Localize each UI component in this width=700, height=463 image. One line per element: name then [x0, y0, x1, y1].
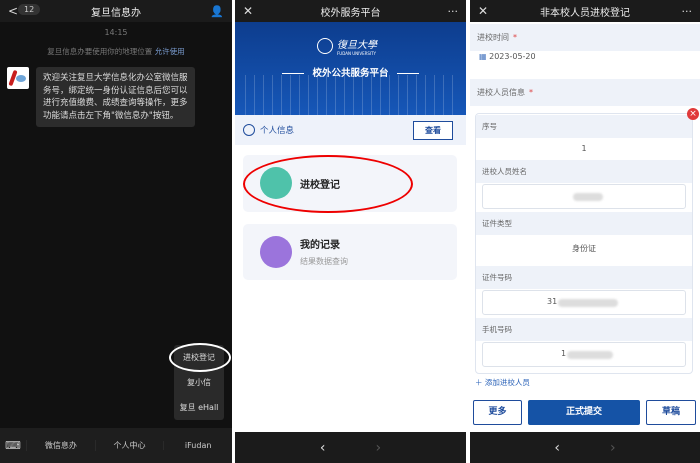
plus-icon: ＋	[475, 378, 483, 387]
chat-title: 复旦信息办	[91, 7, 141, 19]
form-header: ✕ 非本校人员进校登记 ···	[470, 0, 700, 22]
seq-value: 1	[581, 144, 587, 153]
menu-item-ehall[interactable]: 复旦 eHall	[174, 395, 224, 420]
bottom-menu-bar: ⌨ 微信息办 个人中心 iFudan	[0, 428, 232, 463]
phone-input[interactable]: 1	[482, 342, 686, 367]
notice-text: 复旦信息办要使用你的地理位置	[47, 47, 153, 56]
unread-badge: 12	[18, 4, 41, 15]
location-notice: 复旦信息办要使用你的地理位置 允许使用	[0, 46, 232, 57]
menu-weixinxiban[interactable]: 微信息办	[26, 440, 95, 451]
name-input[interactable]	[482, 184, 686, 209]
close-icon[interactable]: ✕	[478, 4, 488, 18]
message-bubble: 欢迎关注复旦大学信息化办公室微信服务号，绑定统一身份认证信息后您可以进行充值缴费…	[36, 67, 195, 127]
card-my-records[interactable]: 我的记录 结果数据查询	[243, 224, 457, 280]
university-logo: 復旦大學 FUDAN UNIVERSITY	[317, 36, 377, 56]
id-number-label: 证件号码	[476, 266, 692, 289]
close-icon[interactable]: ✕	[243, 4, 253, 18]
remove-visitor-icon[interactable]: ×	[687, 108, 699, 120]
platform-header: ✕ 校外服务平台 ···	[235, 0, 466, 22]
banner: 復旦大學 FUDAN UNIVERSITY 校外公共服务平台	[235, 22, 466, 115]
banner-title: 校外公共服务平台	[235, 65, 466, 79]
phone-value: 1	[561, 349, 567, 358]
visitor-info-label: 进校人员信息 *	[470, 79, 700, 106]
date-field[interactable]: ▦ 2023-05-20	[479, 52, 536, 61]
seal-icon	[317, 38, 333, 54]
view-button[interactable]: 查看	[413, 121, 453, 140]
chat-header: < 12 复旦信息办 👤	[0, 0, 232, 22]
univ-name: 復旦大學	[337, 40, 377, 51]
date-value: 2023-05-20	[489, 52, 536, 61]
back-button[interactable]: ‹	[320, 440, 326, 456]
keyboard-icon[interactable]: ⌨	[0, 439, 26, 452]
seq-label: 序号	[476, 115, 692, 138]
more-icon[interactable]: ···	[448, 5, 459, 18]
add-visitor-link[interactable]: ＋ 添加进校人员	[475, 377, 530, 388]
phone-label: 手机号码	[476, 318, 692, 341]
univ-en: FUDAN UNIVERSITY	[337, 51, 376, 56]
id-number-input[interactable]: 31	[482, 290, 686, 315]
allow-link[interactable]: 允许使用	[155, 47, 185, 56]
id-number-value: 31	[547, 297, 558, 306]
user-icon	[243, 124, 255, 136]
card-subtitle: 结果数据查询	[300, 257, 348, 266]
draft-button[interactable]: 草稿	[646, 400, 696, 425]
menu-personal-center[interactable]: 个人中心	[94, 440, 164, 451]
menu-ifudan[interactable]: iFudan	[163, 441, 232, 450]
id-type-select[interactable]: 身份证	[476, 236, 692, 262]
card-title: 我的记录	[300, 240, 340, 251]
entry-time-label: 进校时间 *	[470, 24, 700, 51]
more-button[interactable]: 更多	[473, 400, 522, 425]
browser-nav: ‹ ›	[470, 432, 700, 463]
add-visitor-label: 添加进校人员	[484, 378, 530, 387]
personal-info-label: 个人信息	[260, 126, 295, 136]
registration-form-panel: ✕ 非本校人员进校登记 ··· 进校时间 * ▦ 2023-05-20 进校人员信…	[470, 0, 700, 463]
person-icon[interactable]: 👤	[210, 5, 224, 18]
document-icon	[260, 236, 292, 268]
more-icon[interactable]: ···	[682, 5, 693, 18]
browser-nav: ‹ ›	[235, 432, 466, 463]
back-button[interactable]: <	[8, 4, 18, 18]
skyline-graphic	[245, 75, 456, 115]
forward-button[interactable]: ›	[376, 440, 382, 456]
name-label: 进校人员姓名	[476, 160, 692, 183]
calendar-icon: ▦	[479, 52, 487, 61]
form-title: 非本校人员进校登记	[540, 7, 630, 19]
back-button[interactable]: ‹	[554, 440, 560, 456]
highlight-ring	[169, 343, 231, 372]
message-time: 14:15	[104, 28, 128, 37]
wechat-chat-panel: < 12 复旦信息办 👤 14:15 复旦信息办要使用你的地理位置 允许使用 欢…	[0, 0, 232, 463]
account-avatar[interactable]	[7, 67, 29, 89]
menu-item-fuxiaoxin[interactable]: 复小信	[174, 370, 224, 395]
forward-button[interactable]: ›	[610, 440, 616, 456]
required-mark: *	[529, 88, 533, 97]
highlight-ring	[243, 155, 413, 213]
platform-title: 校外服务平台	[320, 7, 381, 19]
label-text: 进校人员信息	[477, 88, 525, 97]
required-mark: *	[513, 33, 517, 42]
label-text: 进校时间	[477, 33, 509, 42]
submit-button[interactable]: 正式提交	[528, 400, 640, 425]
id-type-label: 证件类型	[476, 212, 692, 235]
service-platform-panel: ✕ 校外服务平台 ··· 復旦大學 FUDAN UNIVERSITY 校外公共服务…	[235, 0, 466, 463]
personal-info-row: 个人信息 查看	[235, 115, 466, 145]
